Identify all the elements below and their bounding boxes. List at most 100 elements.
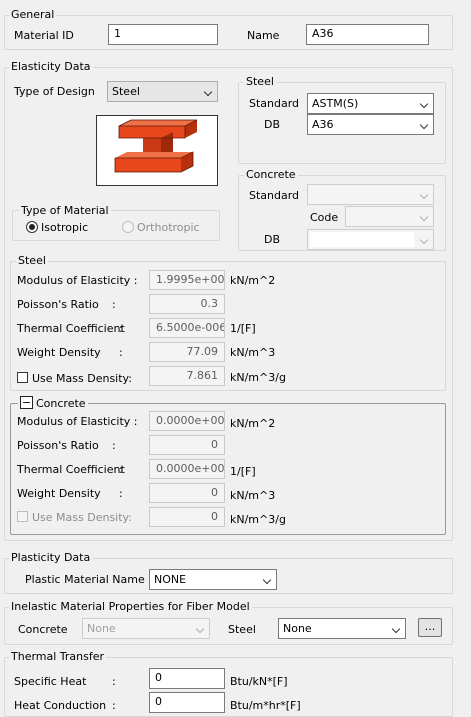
concrete-mass-value: 0: [149, 507, 225, 527]
name-input[interactable]: A36: [306, 24, 429, 45]
specific-heat-label: Specific Heat: [14, 675, 87, 688]
steel-thermal-value: 6.5000e-006: [149, 318, 225, 338]
concrete-standard-select[interactable]: [307, 184, 434, 205]
steel-modulus-value: 1.9995e+008: [149, 270, 225, 290]
concrete-code-label: Code: [310, 211, 339, 224]
concrete-use-mass-density-label: Use Mass Density:: [32, 511, 132, 524]
plastic-material-select[interactable]: NONE: [149, 569, 277, 590]
type-of-material-title: Type of Material: [19, 204, 111, 217]
more-options-button[interactable]: ...: [418, 618, 442, 637]
steel-standard-label: Standard: [249, 97, 300, 110]
chevron-down-icon: [205, 89, 212, 96]
type-of-design-label: Type of Design: [14, 85, 95, 98]
steel-thermal-unit: 1/[F]: [230, 322, 256, 335]
concrete-standard-label: Standard: [249, 189, 300, 202]
concrete-weight-label: Weight Density: [17, 487, 101, 500]
material-id-input[interactable]: 1: [108, 24, 218, 45]
chevron-down-icon: [393, 626, 400, 633]
isotropic-radio[interactable]: [26, 221, 38, 233]
steel-weight-value: 77.09: [149, 342, 225, 362]
plasticity-group-title: Plasticity Data: [9, 551, 93, 564]
steel-thermal-colon: :: [119, 322, 123, 335]
steel-thermal-label: Thermal Coefficient: [17, 322, 125, 335]
steel-mass-value: 7.861: [149, 366, 225, 386]
concrete-modulus-unit: kN/m^2: [230, 417, 276, 430]
section-preview-image: [96, 115, 218, 186]
steel-poisson-value: 0.3: [149, 294, 225, 314]
concrete-weight-unit: kN/m^3: [230, 489, 276, 502]
concrete-db-select[interactable]: [307, 229, 434, 250]
orthotropic-radio[interactable]: [122, 221, 134, 233]
thermal-transfer-title: Thermal Transfer: [9, 650, 107, 663]
inelastic-concrete-label: Concrete: [18, 623, 68, 636]
steel-modulus-label: Modulus of Elasticity :: [17, 274, 138, 287]
inelastic-steel-value: None: [283, 622, 312, 635]
general-group-title: General: [9, 8, 57, 21]
chevron-down-icon: [421, 192, 428, 199]
heat-conduction-unit: Btu/m*hr*[F]: [230, 699, 301, 712]
inelastic-group-title: Inelastic Material Properties for Fiber …: [9, 600, 252, 613]
inelastic-steel-label: Steel: [228, 623, 256, 636]
i-beam-icon: [114, 119, 198, 173]
concrete-modulus-value: 0.0000e+000: [149, 411, 225, 431]
concrete-mass-unit: kN/m^3/g: [230, 513, 286, 526]
steel-weight-label: Weight Density: [17, 346, 101, 359]
concrete-properties-header: Concrete: [18, 396, 88, 410]
radio-dot: [29, 224, 35, 230]
concrete-code-select[interactable]: [345, 206, 434, 227]
concrete-poisson-label: Poisson's Ratio: [17, 439, 99, 452]
chevron-down-icon: [421, 101, 428, 108]
concrete-modulus-label: Modulus of Elasticity :: [17, 415, 138, 428]
heat-conduction-label: Heat Conduction: [14, 699, 107, 712]
concrete-thermal-colon: :: [119, 463, 123, 476]
steel-weight-unit: kN/m^3: [230, 346, 276, 359]
specific-heat-unit: Btu/kN*[F]: [230, 675, 288, 688]
inelastic-steel-select[interactable]: None: [278, 618, 406, 639]
collapse-icon[interactable]: [20, 396, 33, 409]
chevron-down-icon: [421, 214, 428, 221]
heat-conduction-colon: :: [112, 699, 116, 712]
concrete-poisson-colon: :: [112, 439, 116, 452]
orthotropic-label: Orthotropic: [137, 221, 200, 234]
inelastic-concrete-value: None: [87, 622, 116, 635]
steel-mass-unit: kN/m^3/g: [230, 371, 286, 384]
steel-poisson-label: Poisson's Ratio: [17, 298, 99, 311]
vertical-scrollbar[interactable]: [459, 0, 471, 709]
concrete-standard-group-title: Concrete: [244, 168, 298, 181]
concrete-thermal-value: 0.0000e+000: [149, 459, 225, 479]
concrete-db-label: DB: [264, 233, 281, 246]
steel-db-value: A36: [312, 118, 334, 131]
steel-modulus-unit: kN/m^2: [230, 274, 276, 287]
heat-conduction-input[interactable]: 0: [149, 692, 225, 713]
steel-poisson-colon: :: [112, 298, 116, 311]
steel-weight-colon: :: [119, 346, 123, 359]
concrete-properties-title: Concrete: [36, 397, 86, 410]
inelastic-concrete-select[interactable]: None: [82, 618, 210, 639]
material-id-label: Material ID: [14, 29, 74, 42]
isotropic-label: Isotropic: [41, 221, 89, 234]
steel-standard-group-title: Steel: [244, 75, 276, 88]
chevron-down-icon: [264, 577, 271, 584]
plastic-material-label: Plastic Material Name: [25, 573, 145, 586]
chevron-down-icon: [421, 237, 428, 244]
chevron-down-icon: [421, 122, 428, 129]
steel-use-mass-density-checkbox[interactable]: [17, 372, 28, 383]
type-of-design-value: Steel: [112, 85, 140, 98]
steel-use-mass-density-label: Use Mass Density:: [32, 372, 132, 385]
elasticity-group-title: Elasticity Data: [9, 60, 93, 73]
steel-db-label: DB: [264, 118, 281, 131]
concrete-weight-value: 0: [149, 483, 225, 503]
steel-standard-value: ASTM(S): [312, 97, 359, 110]
concrete-poisson-value: 0: [149, 435, 225, 455]
steel-db-select[interactable]: A36: [307, 114, 434, 135]
steel-properties-title: Steel: [16, 254, 48, 267]
concrete-use-mass-density-checkbox[interactable]: [17, 511, 28, 522]
steel-standard-select[interactable]: ASTM(S): [307, 93, 434, 114]
name-label: Name: [247, 29, 280, 42]
specific-heat-input[interactable]: 0: [149, 668, 225, 689]
concrete-thermal-label: Thermal Coefficient: [17, 463, 125, 476]
type-of-design-select[interactable]: Steel: [107, 81, 218, 102]
concrete-weight-colon: :: [119, 487, 123, 500]
specific-heat-colon: :: [112, 675, 116, 688]
concrete-db-field: [310, 232, 414, 247]
